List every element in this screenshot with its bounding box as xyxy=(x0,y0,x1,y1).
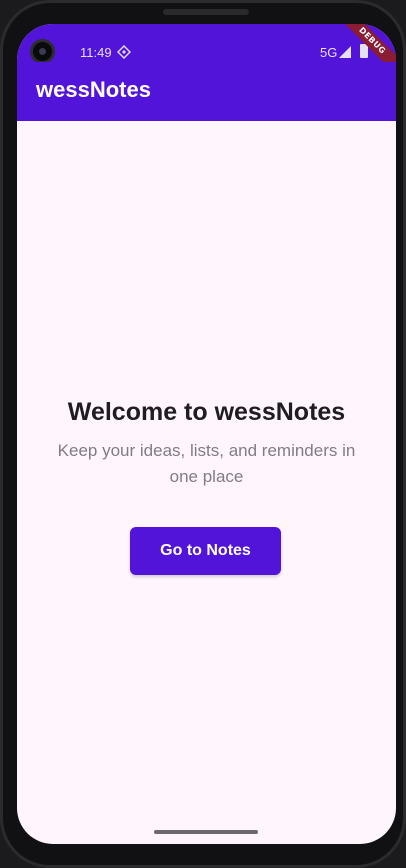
welcome-title: Welcome to wessNotes xyxy=(67,398,346,426)
status-time: 11:49 xyxy=(80,45,112,60)
signal-icon xyxy=(339,46,351,58)
app-bar: wessNotes xyxy=(17,62,396,121)
go-to-notes-button[interactable]: Go to Notes xyxy=(130,527,281,575)
network-type: 5G xyxy=(320,45,338,60)
phone-screen: 11:49 5G DEBUG wessNotes Welcome to wess… xyxy=(17,24,396,844)
welcome-content: Welcome to wessNotes Keep your ideas, li… xyxy=(17,121,396,844)
welcome-subtitle: Keep your ideas, lists, and reminders in… xyxy=(57,441,356,486)
camera-icon xyxy=(30,39,55,64)
speaker-slot xyxy=(163,9,249,15)
sim-icon xyxy=(117,45,131,59)
home-indicator[interactable] xyxy=(154,830,258,834)
app-title: wessNotes xyxy=(36,77,151,102)
status-bar: 11:49 5G DEBUG xyxy=(17,24,396,80)
